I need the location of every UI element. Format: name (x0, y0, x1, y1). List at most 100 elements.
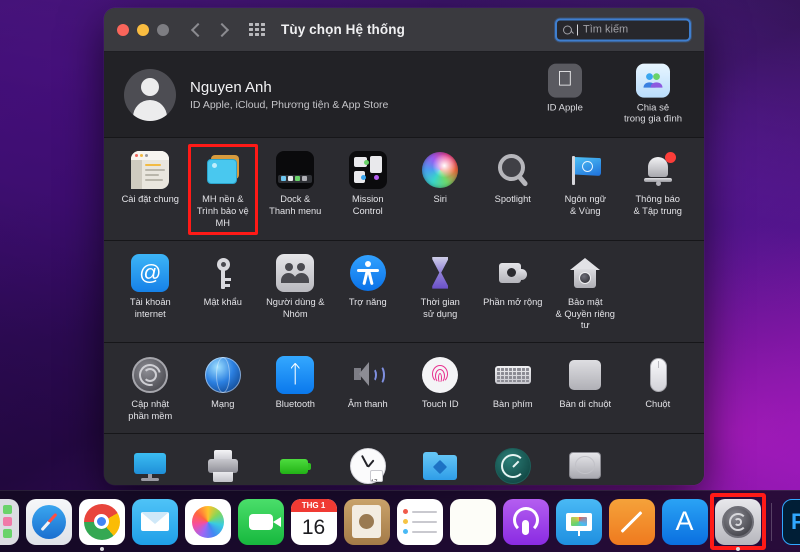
pane-startup-disk[interactable]: Ổ đĩa Khởi động (549, 442, 622, 485)
dock-item-podcasts[interactable] (502, 498, 549, 545)
search-placeholder: Tìm kiếm (583, 23, 629, 36)
zoom-button[interactable] (157, 23, 169, 36)
user-avatar-icon[interactable] (124, 68, 176, 121)
displays-icon (131, 447, 169, 485)
forward-arrow-icon[interactable] (214, 22, 230, 37)
pane-bluetooth-label: Bluetooth (275, 399, 315, 410)
pane-language-region[interactable]: Ngôn ngữ & Vùng (549, 146, 622, 234)
pane-touch-id[interactable]: Touch ID (404, 351, 477, 427)
pane-internet-accounts-label: Tài khoản internet (129, 296, 171, 319)
traffic-lights (117, 23, 169, 36)
dock-item-system-preferences[interactable] (709, 492, 766, 551)
pane-notifications-focus-label: Thông báo & Tập trung (633, 194, 682, 216)
pane-spotlight[interactable]: Spotlight (477, 146, 550, 234)
notification-badge (664, 152, 676, 163)
apple-id-account-row[interactable]: Nguyen Anh ID Apple, iCloud, Phương tiện… (104, 52, 704, 138)
dock-item-app-store[interactable]: A (661, 498, 708, 545)
dock-item-launchpad[interactable] (0, 498, 19, 545)
back-arrow-icon[interactable] (190, 22, 206, 37)
touch-id-icon (421, 356, 459, 394)
account-name: Nguyen Anh (190, 78, 272, 96)
pane-security-privacy[interactable]: Bảo mật & Quyền riêng tư (549, 249, 622, 337)
dock-item-safari[interactable] (25, 498, 72, 545)
mail-icon (131, 498, 178, 545)
sound-icon (349, 356, 387, 394)
pane-mission-control[interactable]: Mission Control (332, 146, 405, 234)
pane-screen-time[interactable]: Thời gian sử dụng (404, 249, 477, 337)
keynote-icon (555, 498, 602, 545)
search-field[interactable]: Tìm kiếm (555, 18, 691, 41)
pane-row-1: Cài đặt chung MH nền & Trình bảo vệ MH D… (104, 138, 704, 241)
pane-users-groups[interactable]: Người dùng & Nhóm (259, 249, 332, 337)
pane-passwords[interactable]: Mật khẩu (187, 249, 260, 337)
pane-software-update-label: Cập nhật phần mềm (128, 399, 173, 422)
dock-item-reminders[interactable] (396, 498, 443, 545)
security-privacy-icon (566, 254, 604, 292)
pane-spotlight-label: Spotlight (494, 194, 531, 204)
pane-keyboard[interactable]: Bàn phím (477, 351, 550, 427)
photoshop-icon: Ps (781, 498, 800, 545)
dock-item-calendar[interactable]: THG 1 16 (290, 498, 337, 545)
pane-dock-menubar-label: Dock & Thanh menu (269, 194, 322, 216)
dock-item-facetime[interactable] (237, 498, 284, 545)
account-subtitle: ID Apple, iCloud, Phương tiện & App Stor… (190, 98, 389, 111)
apple-logo-icon:  (548, 63, 582, 98)
pane-notifications-focus[interactable]: Thông báo & Tập trung (622, 146, 695, 234)
date-time-icon: 17 (349, 447, 387, 485)
photos-icon (184, 498, 231, 545)
pane-bluetooth[interactable]: ᛏ Bluetooth (259, 351, 332, 427)
pane-extensions-label: Phần mở rộng (483, 296, 543, 307)
pane-extensions[interactable]: Phần mở rộng (477, 249, 550, 337)
account-buttons:  ID Apple Chia sẻ trong gia đình (532, 63, 686, 126)
minimize-button[interactable] (137, 23, 149, 36)
pane-network[interactable]: Mạng (187, 351, 260, 427)
dock-item-chrome[interactable] (78, 498, 125, 551)
dock-item-pages[interactable] (608, 498, 655, 545)
spotlight-icon (494, 151, 532, 189)
launchpad-icon (0, 498, 19, 545)
dock-item-contacts[interactable] (343, 498, 390, 545)
bluetooth-icon: ᛏ (276, 356, 315, 395)
show-all-grid-icon[interactable] (249, 23, 265, 36)
dock-item-keynote[interactable] (555, 498, 602, 545)
pages-icon (608, 498, 655, 545)
pane-mission-control-label: Mission Control (351, 194, 384, 216)
pane-internet-accounts[interactable]: @ Tài khoản internet (114, 249, 187, 337)
pane-sound[interactable]: Âm thanh (332, 351, 405, 427)
notifications-focus-icon (639, 151, 677, 189)
extensions-puzzle-icon (494, 254, 532, 292)
pane-battery[interactable]: Pin (259, 442, 332, 485)
dock-item-mail[interactable] (131, 498, 178, 545)
pane-passwords-label: Mật khẩu (203, 296, 242, 307)
dock-item-photos[interactable] (184, 498, 231, 545)
pane-sharing[interactable]: Chia sẻ (404, 442, 477, 485)
pane-network-label: Mạng (211, 399, 235, 410)
mouse-icon (639, 356, 677, 394)
pane-general[interactable]: Cài đặt chung (114, 146, 187, 234)
pane-trackpad[interactable]: Bàn di chuột (549, 351, 622, 427)
mission-control-icon (348, 151, 387, 189)
accessibility-icon (349, 254, 387, 292)
system-preferences-window: Tùy chọn Hệ thống Tìm kiếm Nguyen Anh ID… (104, 8, 704, 485)
desktop-screensaver-icon (204, 151, 242, 189)
dock-item-notes[interactable] (449, 498, 496, 545)
close-button[interactable] (117, 23, 129, 36)
pane-software-update[interactable]: Cập nhật phần mềm (114, 351, 187, 427)
account-text: Nguyen Anh ID Apple, iCloud, Phương tiện… (190, 79, 388, 111)
family-sharing-button[interactable]: Chia sẻ trong gia đình (620, 63, 686, 126)
pane-desktop-screensaver[interactable]: MH nền & Trình bảo vệ MH (187, 144, 260, 235)
pane-time-machine[interactable]: Time Machine (477, 442, 550, 485)
pane-printers-scanners[interactable]: Máy in & Máy quét (187, 442, 260, 485)
pane-language-region-label: Ngôn ngữ & Vùng (564, 194, 606, 216)
pane-date-time[interactable]: 17 Ngày & Giờ (332, 442, 405, 485)
pane-siri[interactable]: Siri (404, 146, 477, 234)
running-indicator (99, 546, 104, 551)
apple-id-button[interactable]:  ID Apple (532, 63, 598, 126)
general-settings-icon (131, 151, 170, 189)
pane-accessibility[interactable]: Trợ năng (332, 249, 405, 337)
pane-dock-menubar[interactable]: Dock & Thanh menu (259, 146, 332, 234)
safari-icon (25, 498, 72, 545)
pane-mouse[interactable]: Chuột (622, 351, 695, 427)
pane-displays[interactable]: Màn hình (114, 442, 187, 485)
dock-item-photoshop[interactable]: Ps (781, 498, 800, 545)
